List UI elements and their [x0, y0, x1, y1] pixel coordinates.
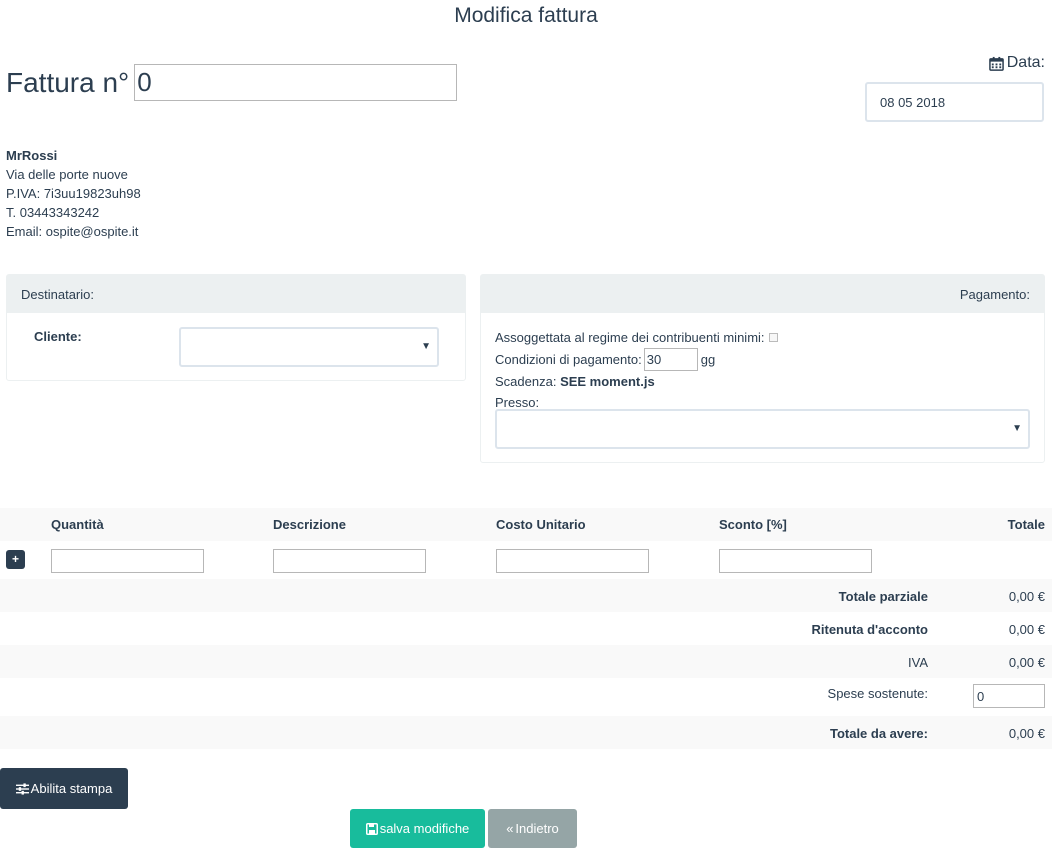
floppy-disk-icon [365, 822, 378, 835]
sliders-icon [15, 782, 29, 795]
minimi-label: Assoggettata al regime dei contribuenti … [495, 330, 765, 345]
amount-due-label: Totale da avere: [829, 726, 928, 741]
back-label: Indietro [515, 821, 559, 836]
invoice-number-input[interactable] [134, 64, 458, 101]
date-label: Data: [988, 54, 1045, 72]
column-header-unit-cost: Costo Unitario [496, 517, 586, 532]
minimi-row: Assoggettata al regime dei contribuenti … [495, 327, 1030, 348]
partial-total-label: Totale parziale [838, 589, 928, 604]
page-title: Modifica fattura [454, 4, 598, 27]
sender-phone: T. 03443343242 [6, 205, 100, 220]
column-header-discount: Sconto [%] [719, 517, 787, 532]
unit-cost-input[interactable] [496, 549, 649, 573]
partial-total-value: 0,00 € [1008, 589, 1045, 604]
column-header-quantity: Quantità [51, 517, 104, 532]
invoice-heading: Fattura n° [6, 64, 458, 101]
minimi-checkbox[interactable] [768, 333, 778, 342]
conditions-unit: gg [700, 352, 716, 367]
sender-vat: P.IVA: 7i3uu19823uh98 [6, 186, 141, 201]
withholding-label: Ritenuta d'acconto [811, 622, 929, 637]
invoice-number-label: Fattura n° [6, 66, 130, 98]
amount-due-value: 0,00 € [1008, 726, 1045, 741]
sender-name: MrRossi [6, 148, 58, 163]
column-header-description: Descrizione [273, 517, 346, 532]
due-row: Scadenza: SEE moment.js [495, 371, 1030, 392]
caret-down-icon: ▼ [421, 341, 431, 352]
items-table: Quantità Descrizione Costo Unitario Scon… [0, 508, 1052, 749]
discount-input[interactable] [719, 549, 872, 573]
recipient-panel-heading: Destinatario: [7, 275, 465, 313]
withholding-row: Ritenuta d'acconto 0,00 € [0, 612, 1052, 645]
date-label-text: Data: [1006, 54, 1045, 71]
table-row: + [0, 541, 1052, 579]
caret-down-icon: ▼ [1012, 423, 1022, 434]
save-changes-button[interactable]: salva modifiche [350, 809, 485, 848]
due-value: SEE moment.js [560, 374, 655, 389]
conditions-label: Condizioni di pagamento: [495, 352, 642, 367]
sender-address: Via delle porte nuove [6, 167, 128, 182]
client-label: Cliente: [34, 329, 82, 344]
quantity-input[interactable] [51, 549, 204, 573]
calendar-icon [988, 56, 1004, 71]
enable-print-button[interactable]: Abilita stampa [0, 768, 128, 809]
sender-email: Email: ospite@ospite.it [6, 224, 139, 239]
table-header: Quantità Descrizione Costo Unitario Scon… [0, 508, 1052, 541]
conditions-row: Condizioni di pagamento: gg [495, 348, 1030, 371]
column-header-total: Totale [1007, 517, 1045, 532]
payment-details: Assoggettata al regime dei contribuenti … [495, 327, 1030, 413]
amount-due-row: Totale da avere: 0,00 € [0, 716, 1052, 749]
expenses-row: Spese sostenute: [0, 678, 1052, 716]
payment-terms-input[interactable] [643, 348, 698, 371]
presso-select[interactable]: ▼ [495, 409, 1030, 449]
withholding-value: 0,00 € [1008, 622, 1045, 637]
description-input[interactable] [273, 549, 426, 573]
save-changes-label: salva modifiche [379, 821, 470, 836]
enable-print-label: Abilita stampa [30, 781, 113, 796]
partial-total-row: Totale parziale 0,00 € [0, 579, 1052, 612]
sender-info: MrRossi Via delle porte nuove P.IVA: 7i3… [6, 146, 141, 241]
payment-panel-heading: Pagamento: [481, 275, 1044, 313]
client-select[interactable]: ▼ [179, 327, 439, 367]
vat-value: 0,00 € [1008, 655, 1045, 670]
vat-row: IVA 0,00 € [0, 645, 1052, 678]
due-label: Scadenza: [495, 374, 557, 389]
payment-panel: Pagamento: Assoggettata al regime dei co… [480, 274, 1045, 463]
date-input[interactable] [865, 82, 1044, 122]
double-chevron-left-icon: « [506, 821, 514, 836]
vat-label: IVA [908, 655, 928, 670]
add-row-button[interactable]: + [6, 550, 25, 569]
back-button[interactable]: « Indietro [488, 809, 577, 848]
expenses-label: Spese sostenute: [827, 686, 928, 701]
expenses-input[interactable] [973, 684, 1045, 708]
recipient-panel: Destinatario: Cliente: ▼ [6, 274, 466, 381]
